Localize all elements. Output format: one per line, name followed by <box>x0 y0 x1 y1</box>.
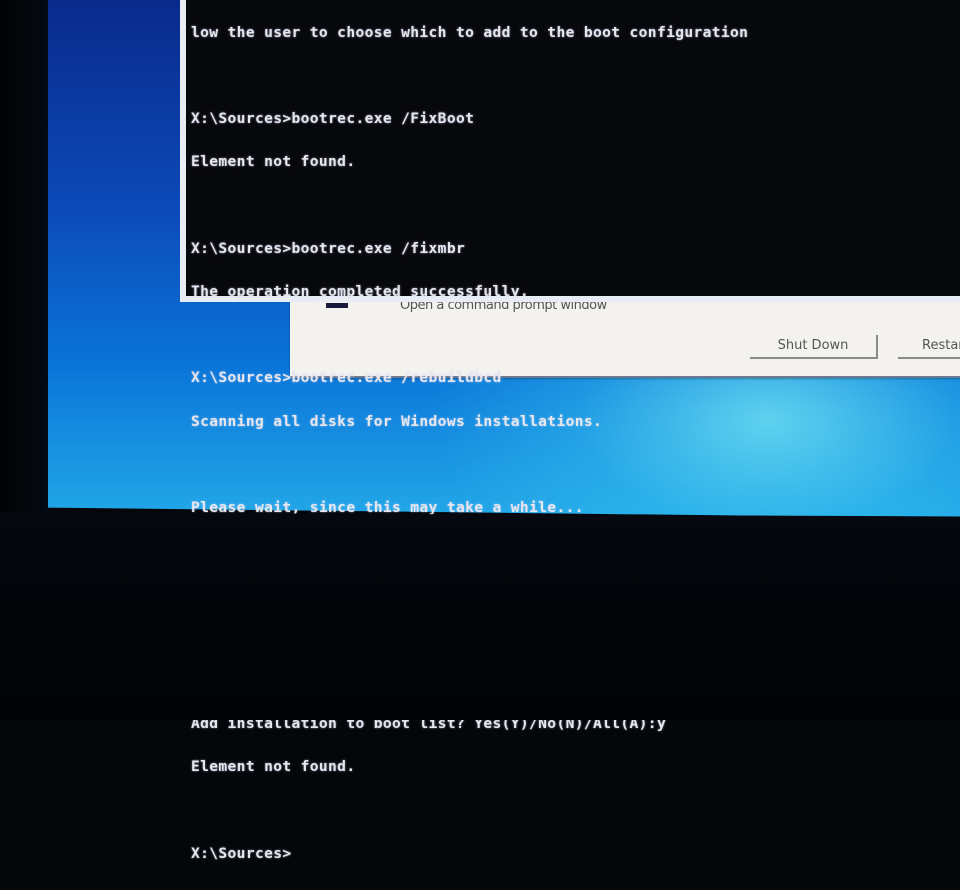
console-prompt[interactable]: X:\Sources> <box>191 846 748 861</box>
console-line: X:\Sources>bootrec.exe /fixmbr <box>191 239 466 257</box>
monitor-bezel-bottom <box>0 512 960 720</box>
command-prompt-window[interactable]: low the user to choose which to add to t… <box>180 0 960 861</box>
console-line: Element not found. <box>191 758 356 776</box>
console-line: Scanning all disks for Windows installat… <box>191 412 603 430</box>
console-line: X:\Sources>bootrec.exe /FixBoot <box>191 110 475 128</box>
console-line: The operation completed successfully. <box>191 283 530 301</box>
command-prompt-output: low the user to choose which to add to t… <box>191 0 748 890</box>
console-line: Please wait, since this may take a while… <box>191 499 584 517</box>
console-line: low the user to choose which to add to t… <box>191 23 749 41</box>
monitor-bezel-left <box>0 0 50 520</box>
console-line: X:\Sources>bootrec.exe /rebuildbcd <box>191 369 502 387</box>
console-line: Element not found. <box>191 153 356 171</box>
restart-button[interactable]: Restart <box>898 335 960 359</box>
shut-down-button[interactable]: Shut Down <box>750 335 878 359</box>
